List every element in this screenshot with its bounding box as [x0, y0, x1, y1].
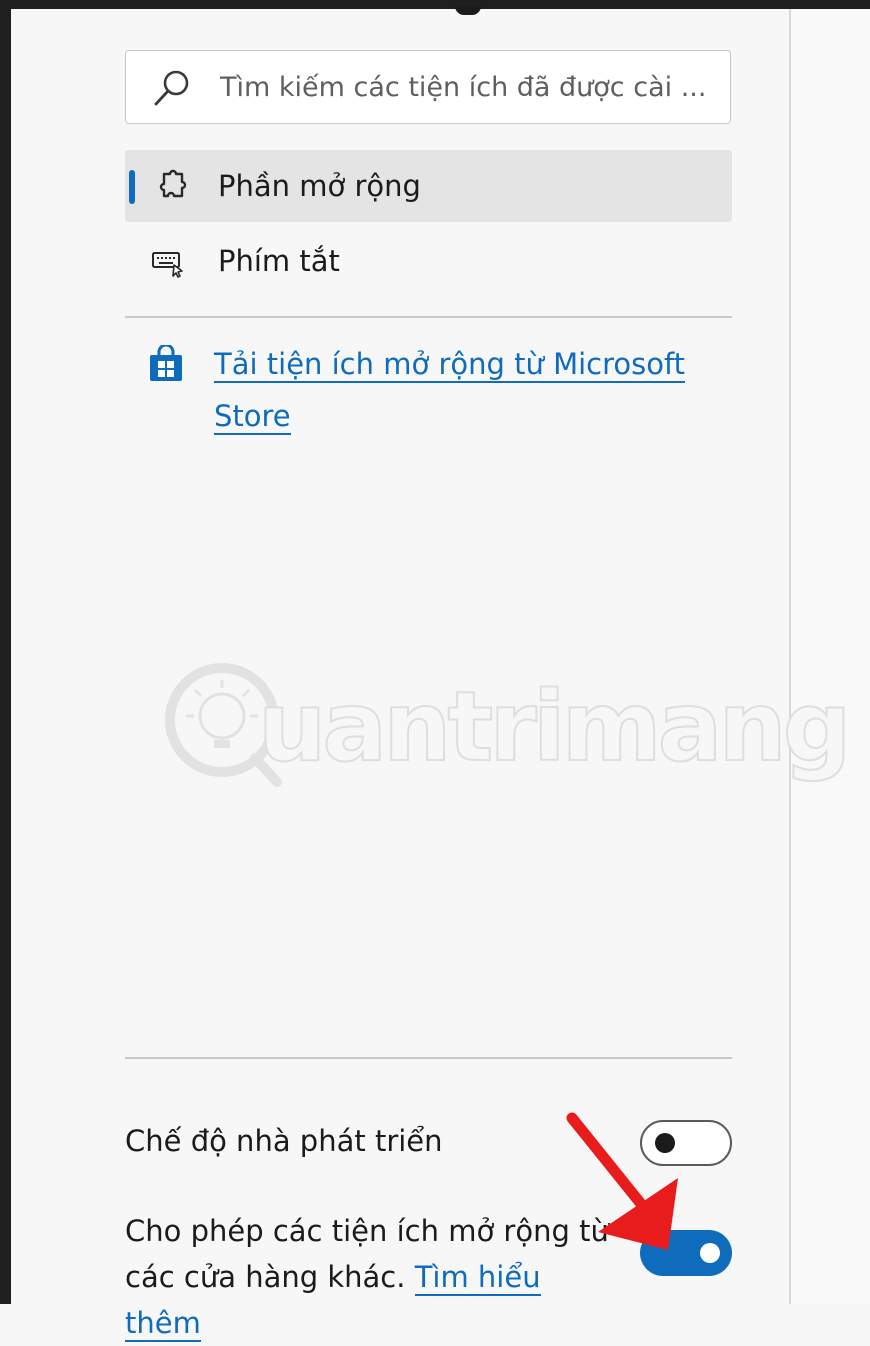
- search-icon: [154, 70, 189, 106]
- store-link-line2[interactable]: Store: [214, 399, 291, 435]
- sidebar-item-label: Phím tắt: [218, 244, 340, 278]
- puzzle-icon: [159, 169, 187, 198]
- main-content-area: [791, 9, 870, 1304]
- selected-indicator: [129, 170, 135, 204]
- store-bag-icon: [150, 345, 182, 381]
- sidebar-item-label: Phần mở rộng: [218, 169, 421, 203]
- window-frame-left: [0, 0, 11, 1304]
- sidebar-item-extensions[interactable]: Phần mở rộng: [125, 150, 732, 222]
- divider: [125, 316, 732, 318]
- divider: [125, 1057, 732, 1059]
- annotation-arrow-icon: [566, 1112, 678, 1250]
- sidebar-item-shortcuts[interactable]: Phím tắt: [125, 225, 732, 297]
- other-stores-setting: Cho phép các tiện ích mở rộng từ các cửa…: [125, 1208, 615, 1346]
- keyboard-icon: [152, 252, 183, 278]
- window-frame-top: [0, 0, 870, 9]
- developer-mode-label: Chế độ nhà phát triển: [125, 1124, 443, 1158]
- page-title-fragment: [455, 6, 481, 15]
- search-input[interactable]: Tìm kiếm các tiện ích đã được cài ...: [220, 65, 726, 111]
- store-link-line1[interactable]: Tải tiện ích mở rộng từ Microsoft: [214, 347, 686, 383]
- microsoft-store-link[interactable]: Tải tiện ích mở rộng từ Microsoft Store: [214, 338, 714, 442]
- watermark-text: uantrimang: [257, 671, 852, 783]
